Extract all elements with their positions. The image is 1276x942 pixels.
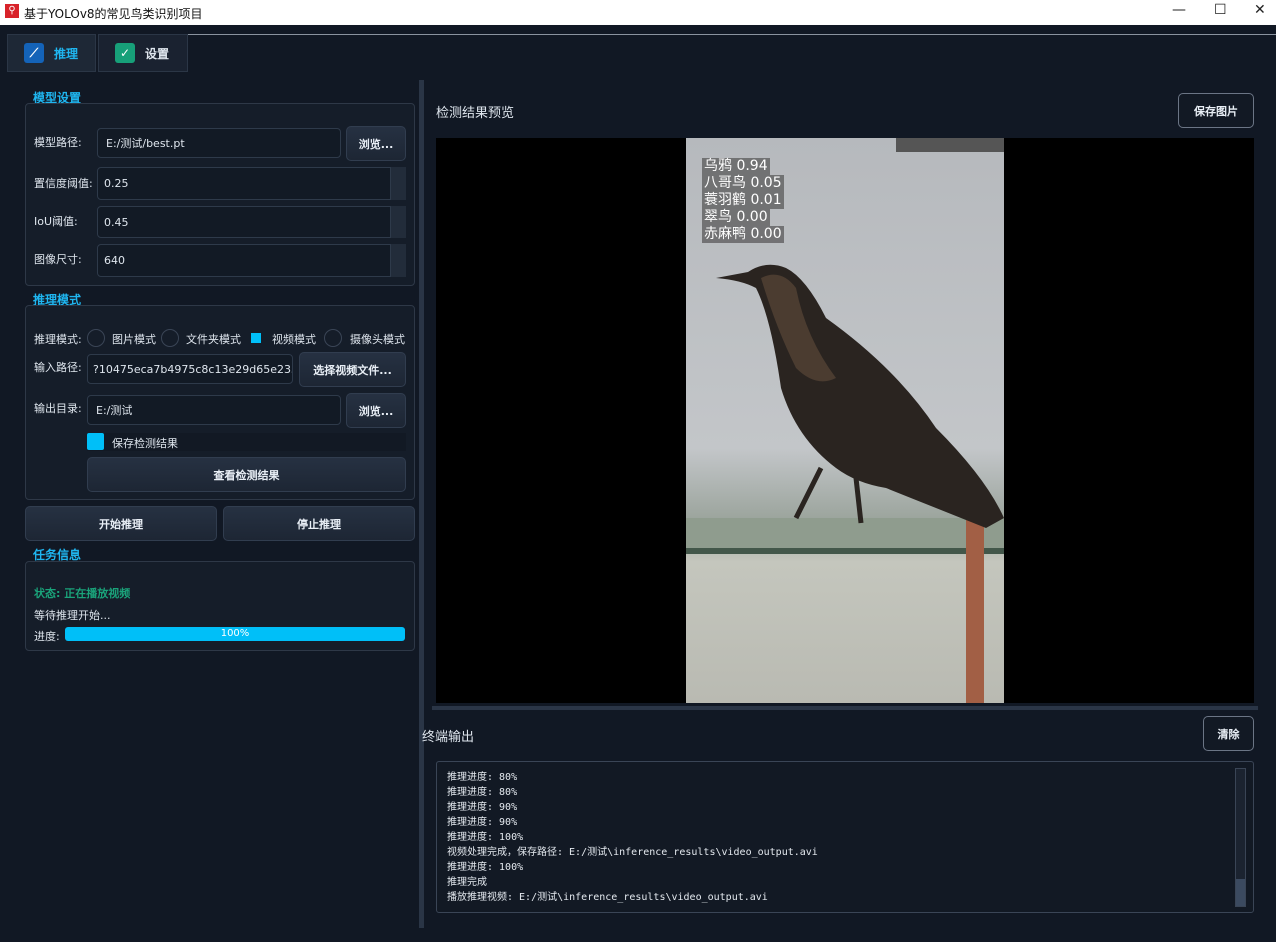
radio-camera-mode[interactable] (324, 329, 342, 347)
size-spinbox[interactable]: 640 (97, 244, 391, 277)
terminal-line: 推理进度: 100% (447, 832, 524, 843)
iou-spinbox[interactable]: 0.45 (97, 206, 391, 238)
save-image-button[interactable]: 保存图片 (1178, 93, 1254, 128)
model-path-label: 模型路径: (34, 136, 82, 149)
terminal-line: 推理进度: 80% (447, 772, 518, 783)
progress-bar: 100% (65, 627, 405, 641)
app-logo-icon: ⚲ (5, 4, 19, 18)
detection-label: 翠鸟 0.00 (702, 209, 770, 226)
maximize-button[interactable]: ☐ (1214, 2, 1227, 18)
iou-label: IoU阈值: (34, 215, 78, 228)
save-results-label: 保存检测结果 (112, 437, 178, 450)
terminal-line: 推理进度: 100% (447, 862, 524, 873)
tab-settings[interactable]: ✓ 设置 (98, 34, 188, 72)
terminal-output[interactable]: 推理进度: 80% 推理进度: 80% 推理进度: 90% 推理进度: 90% 推理进度… (436, 761, 1254, 913)
terminal-scrollbar[interactable] (1235, 768, 1246, 907)
radio-label: 视频模式 (272, 333, 316, 346)
tab-label: 推理 (54, 46, 79, 61)
mode-label: 推理模式: (34, 333, 82, 346)
output-dir-label: 输出目录: (34, 402, 82, 415)
terminal-line: 推理进度: 80% (447, 787, 518, 798)
terminal-line: 推理完成 (447, 877, 487, 888)
terminal-line: 播放推理视频: E:/测试\inference_results\video_ou… (447, 892, 768, 903)
tab-bar-line (188, 34, 1276, 35)
title-bar: ⚲ 基于YOLOv8的常见鸟类识别项目 — ☐ ✕ (0, 0, 1276, 25)
start-inference-button[interactable]: 开始推理 (25, 506, 217, 541)
radio-folder-mode[interactable] (161, 329, 179, 347)
radio-image-mode[interactable] (87, 329, 105, 347)
splitter-horizontal[interactable] (432, 706, 1258, 710)
terminal-line: 推理进度: 90% (447, 802, 518, 813)
detection-label: 乌鸦 0.94 (702, 158, 770, 175)
conf-spinbox[interactable]: 0.25 (97, 167, 391, 200)
check-circle-icon: ✓ (115, 43, 135, 63)
chart-line-icon: ⟋ (24, 43, 44, 63)
input-path-field[interactable]: ?10475eca7b4975c8c13e29d65e235.mp4 (87, 354, 293, 384)
radio-label: 文件夹模式 (186, 333, 241, 346)
view-results-button[interactable]: 查看检测结果 (87, 457, 406, 492)
terminal-line: 推理进度: 90% (447, 817, 518, 828)
stop-inference-button[interactable]: 停止推理 (223, 506, 415, 541)
iou-spin-buttons[interactable] (390, 206, 406, 238)
browse-model-button[interactable]: 浏览... (346, 126, 406, 161)
detection-label: 八哥鸟 0.05 (702, 175, 784, 192)
tab-label: 设置 (145, 46, 170, 61)
detection-label: 蓑羽鹤 0.01 (702, 192, 784, 209)
close-button[interactable]: ✕ (1254, 2, 1266, 18)
terminal-line: 视频处理完成，保存路径: E:/测试\inference_results\vid… (447, 847, 818, 858)
size-spin-buttons[interactable] (390, 244, 406, 277)
terminal-lines: 推理进度: 80% 推理进度: 80% 推理进度: 90% 推理进度: 90% 推理进度… (447, 770, 818, 905)
scrollbar-thumb[interactable] (1236, 879, 1245, 906)
progress-text: 100% (220, 628, 250, 639)
preview-title: 检测结果预览 (436, 106, 515, 121)
preview-area: 乌鸦 0.94 八哥鸟 0.05 蓑羽鹤 0.01 翠鸟 0.00 赤麻鸭 0.… (436, 138, 1254, 703)
radio-label: 摄像头模式 (350, 333, 405, 346)
input-path-label: 输入路径: (34, 361, 82, 374)
minimize-button[interactable]: — (1172, 2, 1186, 18)
splitter-vertical[interactable] (419, 80, 424, 928)
radio-video-mode[interactable] (251, 333, 261, 343)
status-text: 状态: 正在播放视频 (34, 587, 131, 600)
wait-text: 等待推理开始... (34, 609, 111, 622)
clear-button[interactable]: 清除 (1203, 716, 1254, 751)
progress-label: 进度: (34, 630, 60, 643)
window-title: 基于YOLOv8的常见鸟类识别项目 (24, 7, 203, 21)
radio-label: 图片模式 (112, 333, 156, 346)
tab-inference[interactable]: ⟋ 推理 (7, 34, 96, 72)
terminal-title: 终端输出 (422, 730, 475, 745)
detection-frame: 乌鸦 0.94 八哥鸟 0.05 蓑羽鹤 0.01 翠鸟 0.00 赤麻鸭 0.… (686, 138, 1004, 703)
conf-label: 置信度阈值: (34, 177, 93, 190)
detection-label: 赤麻鸭 0.00 (702, 226, 784, 243)
browse-output-button[interactable]: 浏览... (346, 393, 406, 428)
select-video-button[interactable]: 选择视频文件... (299, 352, 406, 387)
model-path-input[interactable]: E:/测试/best.pt (97, 128, 341, 158)
save-results-checkbox[interactable] (87, 433, 104, 450)
size-label: 图像尺寸: (34, 253, 82, 266)
output-dir-field[interactable]: E:/测试 (87, 395, 341, 425)
conf-spin-buttons[interactable] (390, 167, 406, 200)
